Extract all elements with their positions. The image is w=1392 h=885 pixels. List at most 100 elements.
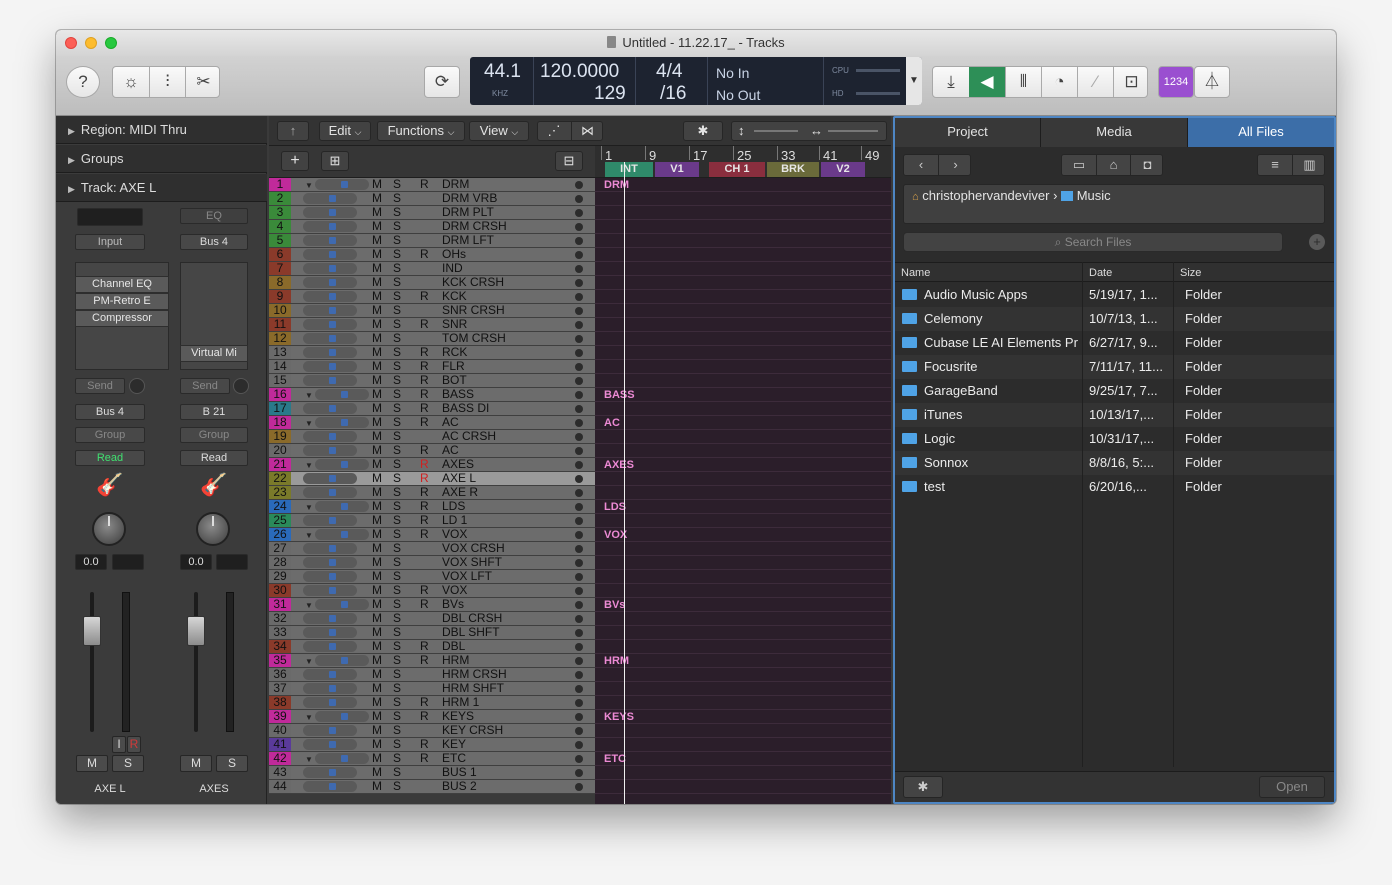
track-name[interactable]: BASS: [442, 388, 474, 401]
track-lane[interactable]: [595, 234, 891, 248]
track-icon[interactable]: [303, 627, 357, 638]
plugin-slot-1[interactable]: Channel EQ: [75, 276, 169, 293]
track-record-button[interactable]: R: [420, 178, 429, 191]
region-section-header[interactable]: ▶ Region: MIDI Thru: [56, 116, 267, 144]
track-mute-button[interactable]: M: [372, 192, 382, 205]
track-record-button[interactable]: R: [420, 486, 429, 499]
track-mute-button[interactable]: M: [372, 178, 382, 191]
track-mute-button[interactable]: M: [372, 640, 382, 653]
volume-readout-2[interactable]: 0.0: [180, 554, 212, 570]
track-name[interactable]: IND: [442, 262, 463, 275]
track-name[interactable]: HRM: [442, 654, 469, 667]
track-name[interactable]: FLR: [442, 360, 465, 373]
track-mute-button[interactable]: M: [372, 276, 382, 289]
track-row[interactable]: 37 M S HRM SHFT: [269, 682, 595, 696]
track-icon[interactable]: [303, 207, 357, 218]
track-icon[interactable]: [303, 739, 357, 750]
track-mute-button[interactable]: M: [372, 626, 382, 639]
track-icon[interactable]: [303, 221, 357, 232]
track-icon[interactable]: [303, 669, 357, 680]
track-lane[interactable]: LDS: [595, 500, 891, 514]
disclosure-triangle-icon[interactable]: ▼: [305, 655, 313, 668]
track-record-button[interactable]: R: [420, 360, 429, 373]
track-icon[interactable]: [303, 515, 357, 526]
gear-menu-button[interactable]: ✱: [683, 121, 723, 141]
track-lane[interactable]: [595, 682, 891, 696]
track-name[interactable]: DRM PLT: [442, 206, 494, 219]
track-lane[interactable]: [595, 318, 891, 332]
horizontal-zoom-slider[interactable]: [828, 130, 878, 132]
track-icon[interactable]: [303, 431, 357, 442]
track-row[interactable]: 13 M S R RCK: [269, 346, 595, 360]
track-record-button[interactable]: R: [420, 374, 429, 387]
track-icon[interactable]: [303, 347, 357, 358]
volume-fader-handle[interactable]: [83, 616, 101, 646]
track-row[interactable]: 23 M S R AXE R: [269, 486, 595, 500]
output-slot-2[interactable]: B 21: [180, 404, 248, 420]
instrument-slot[interactable]: Virtual Mi: [180, 345, 248, 362]
track-solo-button[interactable]: S: [393, 304, 401, 317]
track-record-button[interactable]: R: [420, 528, 429, 541]
track-mute-button[interactable]: M: [372, 598, 382, 611]
plugin-slot-2[interactable]: PM-Retro E: [75, 293, 169, 310]
track-record-button[interactable]: R: [420, 416, 429, 429]
browser-gear-button[interactable]: ✱: [903, 776, 943, 798]
track-solo-button[interactable]: S: [393, 402, 401, 415]
track-volume-dot[interactable]: [575, 601, 583, 609]
track-solo-button[interactable]: S: [393, 766, 401, 779]
timeline-ruler[interactable]: 1 9 17 25 33 41 49 INT V1 CH 1 BRK V2: [595, 146, 891, 178]
track-mute-button[interactable]: M: [372, 360, 382, 373]
track-name[interactable]: KEYS: [442, 710, 474, 723]
track-icon[interactable]: [303, 543, 357, 554]
track-name[interactable]: DRM CRSH: [442, 220, 507, 233]
track-row[interactable]: 14 M S R FLR: [269, 360, 595, 374]
track-name[interactable]: KCK: [442, 290, 467, 303]
track-row[interactable]: 27 M S VOX CRSH: [269, 542, 595, 556]
track-mute-button[interactable]: M: [372, 458, 382, 471]
track-mute-button[interactable]: M: [372, 668, 382, 681]
track-solo-button[interactable]: S: [393, 374, 401, 387]
track-mute-button[interactable]: M: [372, 304, 382, 317]
track-mute-button[interactable]: M: [372, 584, 382, 597]
track-row[interactable]: 3 M S DRM PLT: [269, 206, 595, 220]
track-volume-dot[interactable]: [575, 461, 583, 469]
track-mute-button[interactable]: M: [372, 780, 382, 793]
track-volume-dot[interactable]: [575, 363, 583, 371]
metronome-button[interactable]: ⏃: [1194, 66, 1230, 98]
open-button[interactable]: Open: [1259, 776, 1325, 798]
track-solo-button[interactable]: S: [393, 584, 401, 597]
flex-icon[interactable]: ⋈: [571, 122, 603, 140]
track-name[interactable]: DRM LFT: [442, 234, 494, 247]
track-icon[interactable]: [303, 249, 357, 260]
track-mute-button[interactable]: M: [372, 696, 382, 709]
track-mute-button[interactable]: M: [372, 248, 382, 261]
help-button[interactable]: ?: [66, 66, 100, 98]
track-name[interactable]: HRM 1: [442, 696, 479, 709]
send-slot[interactable]: Send: [75, 378, 125, 394]
group-slot-2[interactable]: Group: [180, 427, 248, 443]
track-solo-button[interactable]: S: [393, 234, 401, 247]
column-name[interactable]: Name: [901, 267, 930, 279]
track-mute-button[interactable]: M: [372, 724, 382, 737]
track-mute-button[interactable]: M: [372, 388, 382, 401]
track-mute-button[interactable]: M: [372, 472, 382, 485]
mute-button-2[interactable]: M: [180, 755, 212, 772]
add-location-icon[interactable]: +: [1309, 234, 1325, 250]
track-icon[interactable]: [303, 263, 357, 274]
search-files-field[interactable]: ⌕ Search Files: [903, 232, 1283, 252]
track-icon[interactable]: [315, 459, 369, 470]
track-row[interactable]: 26 ▼ M S R VOX: [269, 528, 595, 542]
track-solo-button[interactable]: S: [393, 752, 401, 765]
track-icon[interactable]: [303, 557, 357, 568]
track-record-button[interactable]: R: [420, 514, 429, 527]
file-row[interactable]: Celemony 10/7/13, 1... Folder: [895, 307, 1334, 331]
forward-arrow-icon[interactable]: ›: [938, 155, 972, 175]
track-solo-button[interactable]: S: [393, 514, 401, 527]
volume-fader-handle-2[interactable]: [187, 616, 205, 646]
track-name[interactable]: AXE L: [442, 472, 476, 485]
pencil-icon[interactable]: ⁄: [1077, 67, 1113, 97]
track-name[interactable]: HRM SHFT: [442, 682, 504, 695]
track-lane[interactable]: [595, 696, 891, 710]
guitar-icon[interactable]: 🎸: [96, 472, 123, 498]
functions-menu[interactable]: Functions ⌵: [377, 121, 465, 141]
